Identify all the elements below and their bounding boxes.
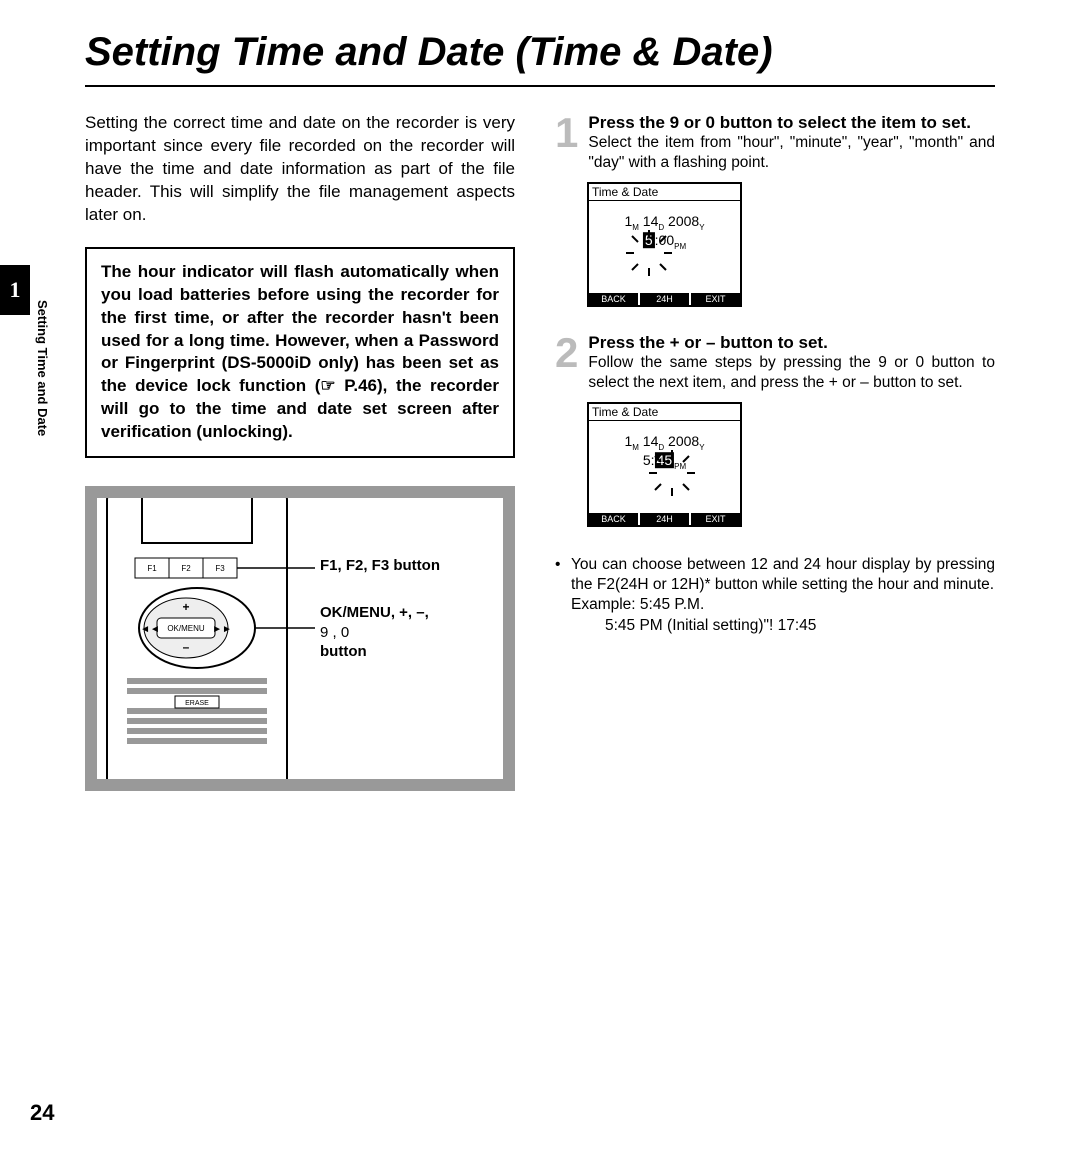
step-1-head: Press the 9 or 0 button to select the it… (588, 112, 995, 133)
step-2: 2 Press the + or – button to set. Follow… (555, 332, 995, 392)
svg-text:►►: ►► (212, 624, 232, 635)
bullet-icon: • (555, 555, 563, 615)
step-2-number: 2 (555, 332, 578, 392)
step-1-screen: Time & Date 1M 14D 2008Y 5:00PM (587, 182, 742, 307)
softkey-24h: 24H (640, 513, 691, 525)
side-section-label: Setting Time and Date (35, 300, 50, 436)
softkey-back: BACK (589, 293, 640, 305)
note-example-label: Example: 5:45 P.M. (571, 596, 704, 613)
note-text: You can choose between 12 and 24 hour di… (571, 556, 995, 593)
left-column: Setting the correct time and date on the… (85, 112, 515, 791)
page-title: Setting Time and Date (Time & Date) (85, 30, 995, 75)
step-1-number: 1 (555, 112, 578, 172)
title-rule (85, 85, 995, 87)
page-number: 24 (30, 1100, 54, 1126)
step-2-body: Follow the same steps by pressing the 9 … (588, 353, 995, 392)
note-example-line: 5:45 PM (Initial setting)"! 17:45 (605, 615, 995, 637)
callout-f-buttons: F1, F2, F3 button (320, 556, 440, 576)
scr2-day: 14 (643, 434, 659, 450)
format-note: • You can choose between 12 and 24 hour … (555, 555, 995, 615)
scr1-softkeys: BACK 24H EXIT (589, 293, 740, 305)
screen-1-title: Time & Date (589, 184, 740, 201)
scr1-year: 2008 (668, 214, 699, 230)
callout-ok-line3: button (320, 643, 367, 660)
scr1-min: 00 (659, 232, 675, 248)
device-diagram: F1 F2 F3 OK/MENU + – ◄◄ ►► (85, 486, 515, 791)
ok-menu-label: OK/MENU (167, 624, 205, 633)
f2-label: F2 (181, 564, 191, 573)
step-2-head: Press the + or – button to set. (588, 332, 995, 353)
softkey-back: BACK (589, 513, 640, 525)
device-diagram-svg: F1 F2 F3 OK/MENU + – ◄◄ ►► (97, 498, 503, 779)
scr2-month: 1 (624, 434, 632, 450)
svg-text:◄◄: ◄◄ (140, 624, 160, 635)
softkey-exit: EXIT (691, 513, 740, 525)
svg-text:+: + (182, 600, 189, 614)
softkey-24h: 24H (640, 293, 691, 305)
step-2-screen: Time & Date 1M 14D 2008Y 5:45PM (587, 402, 742, 527)
scr2-min-highlight: 45 (655, 452, 675, 468)
scr1-month: 1 (624, 214, 632, 230)
callout-ok-line1: OK/MENU, +, –, (320, 604, 429, 621)
svg-text:–: – (183, 640, 190, 654)
screen-2-title: Time & Date (589, 404, 740, 421)
scr1-hour-highlight: 5 (643, 232, 655, 248)
scr2-softkeys: BACK 24H EXIT (589, 513, 740, 525)
step-1: 1 Press the 9 or 0 button to select the … (555, 112, 995, 172)
erase-label: ERASE (185, 700, 209, 707)
f3-label: F3 (215, 564, 225, 573)
intro-paragraph: Setting the correct time and date on the… (85, 112, 515, 227)
softkey-exit: EXIT (691, 293, 740, 305)
step-1-body: Select the item from "hour", "minute", "… (588, 133, 995, 172)
callout-okmenu: OK/MENU, +, –, 9 , 0 button (320, 603, 429, 662)
f1-label: F1 (147, 564, 157, 573)
scr2-year: 2008 (668, 434, 699, 450)
callout-ok-line2: 9 , 0 (320, 624, 349, 641)
scr1-day: 14 (643, 214, 659, 230)
boxed-note: The hour indicator will flash automatica… (85, 247, 515, 459)
right-column: 1 Press the 9 or 0 button to select the … (555, 112, 995, 791)
chapter-tab: 1 (0, 265, 30, 315)
